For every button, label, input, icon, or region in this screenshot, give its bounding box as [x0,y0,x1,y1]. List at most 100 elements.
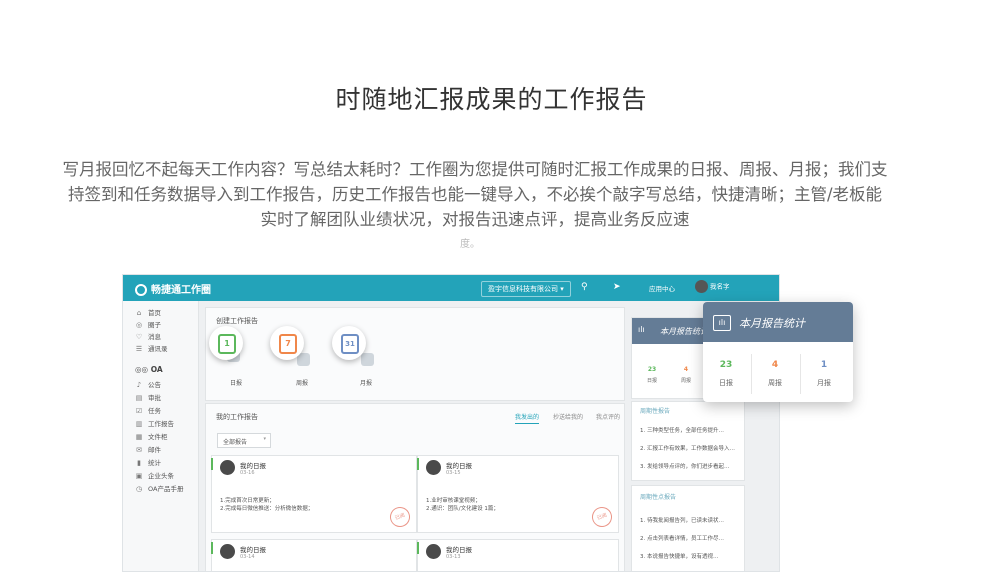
stat-label: 周报 [680,378,691,384]
tab-sent[interactable]: 我发出的 [515,412,540,424]
logo-text: 畅捷通工作圈 [151,285,211,296]
app-logo[interactable]: 畅捷通工作圈 [135,281,211,296]
user-menu[interactable]: 我名字 [695,280,730,293]
list-item[interactable]: 2. 点击列表看详情，员工工作尽… [640,534,724,542]
page-description: 写月报回忆不起每天工作内容？写总结太耗时？工作圈为您提供可随时汇报工作成果的日报… [62,160,888,229]
sidebar-section-oa: ◎◎ OA [135,365,163,374]
sidebar-item-label: 文件柜 [148,433,168,441]
app-center-link[interactable]: 应用中心 [649,283,675,293]
sidebar-item-label: 企业头条 [148,472,174,480]
stat-value: 23 [647,366,657,373]
chart-icon: ılı [638,325,645,334]
report-date: 03-13 [446,554,461,560]
sidebar-item-manual[interactable]: ◷ OA产品手册 [135,483,184,493]
tab-cc[interactable]: 抄送给我的 [553,412,583,421]
report-line: 2.完成每日微信推送：分析微信数据； [220,506,314,512]
daily-icon: 1 [218,334,236,354]
list-title: 周期性点报告 [640,494,677,501]
sidebar-item-label: 公告 [148,381,161,389]
create-monthly-button[interactable]: 31 [332,326,366,360]
report-filter-select[interactable]: 全部报告 ▾ [217,433,271,448]
company-switcher[interactable]: 盈宇信息科技有限公司 ▾ [481,281,571,297]
chevron-down-icon: ▾ [263,436,266,442]
popup-title: 本月报告统计 [739,317,805,330]
divider [800,354,801,394]
popup-stat-monthly: 1 月报 [804,360,844,388]
sidebar-item-files[interactable]: ▦ 文件柜 [135,431,168,441]
popup-header: ılı 本月报告统计 [703,302,853,342]
sidebar: ⌂ 首页 ◎ 圈子 ♡ 消息 ☰ 通讯录 ◎◎ OA ♪ 公告 ▤ 审批 ☑ 任务 ▥ 工作报告… [123,301,199,571]
sidebar-item-label: 统计 [148,459,161,467]
app-topbar: 畅捷通工作圈 盈宇信息科技有限公司 ▾ ⚲ ➤ 应用中心 我名字 [123,275,779,301]
stat-value: 1 [820,360,828,370]
sidebar-item-headlines[interactable]: ▣ 企业头条 [135,470,174,480]
sidebar-item-label: OA产品手册 [148,485,184,493]
sidebar-item-stats[interactable]: ▮ 统计 [135,457,161,467]
weekly-icon: 7 [279,334,297,354]
list-title: 周期性报告 [640,408,671,415]
stats-title: 本月报告统计 [660,327,708,336]
stat-label: 月报 [817,379,831,387]
clock-icon: ◷ [135,485,143,493]
tab-reviewed[interactable]: 我点评的 [596,412,620,421]
stat-daily: 23 日报 [642,366,662,384]
filter-value: 全部报告 [223,439,248,446]
list-item[interactable]: 2. 汇报工作有效果，工作数据会导入… [640,444,735,452]
create-weekly-button[interactable]: 7 [270,326,304,360]
list-item[interactable]: 1. 三种类型任务，全部任务提升… [640,426,724,434]
report-date: 03-15 [446,470,461,476]
sidebar-item-messages[interactable]: ♡ 消息 [135,331,161,341]
report-card[interactable]: 我的日报 03-15 1.业时审核课堂视频； 2.通识：团队/文化建设 1篇； … [417,455,619,533]
report-card[interactable]: 我的日报 03-14 [211,539,417,571]
avatar [426,544,441,559]
sidebar-item-circle[interactable]: ◎ 圈子 [135,319,161,329]
stats-icon: ▮ [137,459,141,467]
report-date: 03-14 [240,554,255,560]
divider [751,354,752,394]
stat-weekly: 4 周报 [676,366,696,384]
monthly-icon: 31 [341,334,359,354]
create-daily-button[interactable]: 1 [209,326,243,360]
periodic-report-panel: 周期性报告 1. 三种类型任务，全部任务提升… 2. 汇报工作有效果，工作数据会… [631,401,745,481]
card-accent [211,458,213,470]
sidebar-item-home[interactable]: ⌂ 首页 [135,307,161,317]
avatar [426,460,441,475]
report-line: 1.业时审核课堂视频； [426,498,481,504]
sidebar-item-label: 审批 [148,394,161,402]
oa-label: OA [150,365,163,374]
contacts-icon: ☰ [135,345,143,353]
chevron-down-icon: ▾ [560,285,564,293]
report-name: 我的日报 [446,462,472,470]
weekly-label: 周报 [296,380,309,387]
read-stamp-icon: 已阅 [387,504,413,530]
chart-icon: ılı [713,315,731,331]
sidebar-item-task[interactable]: ☑ 任务 [135,405,161,415]
report-card[interactable]: 我的日报 03-13 [417,539,619,571]
stat-value: 4 [771,360,779,370]
read-stamp-icon: 已阅 [589,504,615,530]
report-card[interactable]: 我的日报 03-16 1.完成首次日常更新； 2.完成每日微信推送：分析微信数据… [211,455,417,533]
sidebar-item-announcement[interactable]: ♪ 公告 [135,379,161,389]
sidebar-item-mail[interactable]: ✉ 邮件 [135,444,161,454]
search-icon[interactable]: ⚲ [581,282,588,292]
logo-icon [135,284,147,296]
list-item[interactable]: 3. 发给领导点评的，你们进步看起… [640,462,730,470]
sidebar-item-approval[interactable]: ▤ 审批 [135,392,161,402]
sidebar-item-label: 邮件 [148,446,161,454]
card-accent [211,542,213,554]
list-item[interactable]: 3. 本说报告快捷单，设有透视… [640,552,719,560]
stat-value: 4 [683,366,689,373]
monthly-label: 月报 [360,380,373,387]
sidebar-item-label: 工作报告 [148,420,174,428]
list-item[interactable]: 1. 待我批阅报告列，已读未读状… [640,516,724,524]
bell-icon: ♪ [136,381,142,389]
folder-icon: ▦ [135,433,143,441]
sidebar-item-report[interactable]: ▥ 工作报告 [135,418,174,428]
create-report-panel: 创建工作报告 [205,307,625,401]
sidebar-item-label: 圈子 [148,321,161,329]
stat-value: 23 [719,360,733,370]
sidebar-item-contacts[interactable]: ☰ 通讯录 [135,343,168,353]
daily-label: 日报 [230,380,243,387]
send-icon[interactable]: ➤ [613,282,621,292]
page-description-tail: 度。 [460,239,480,250]
